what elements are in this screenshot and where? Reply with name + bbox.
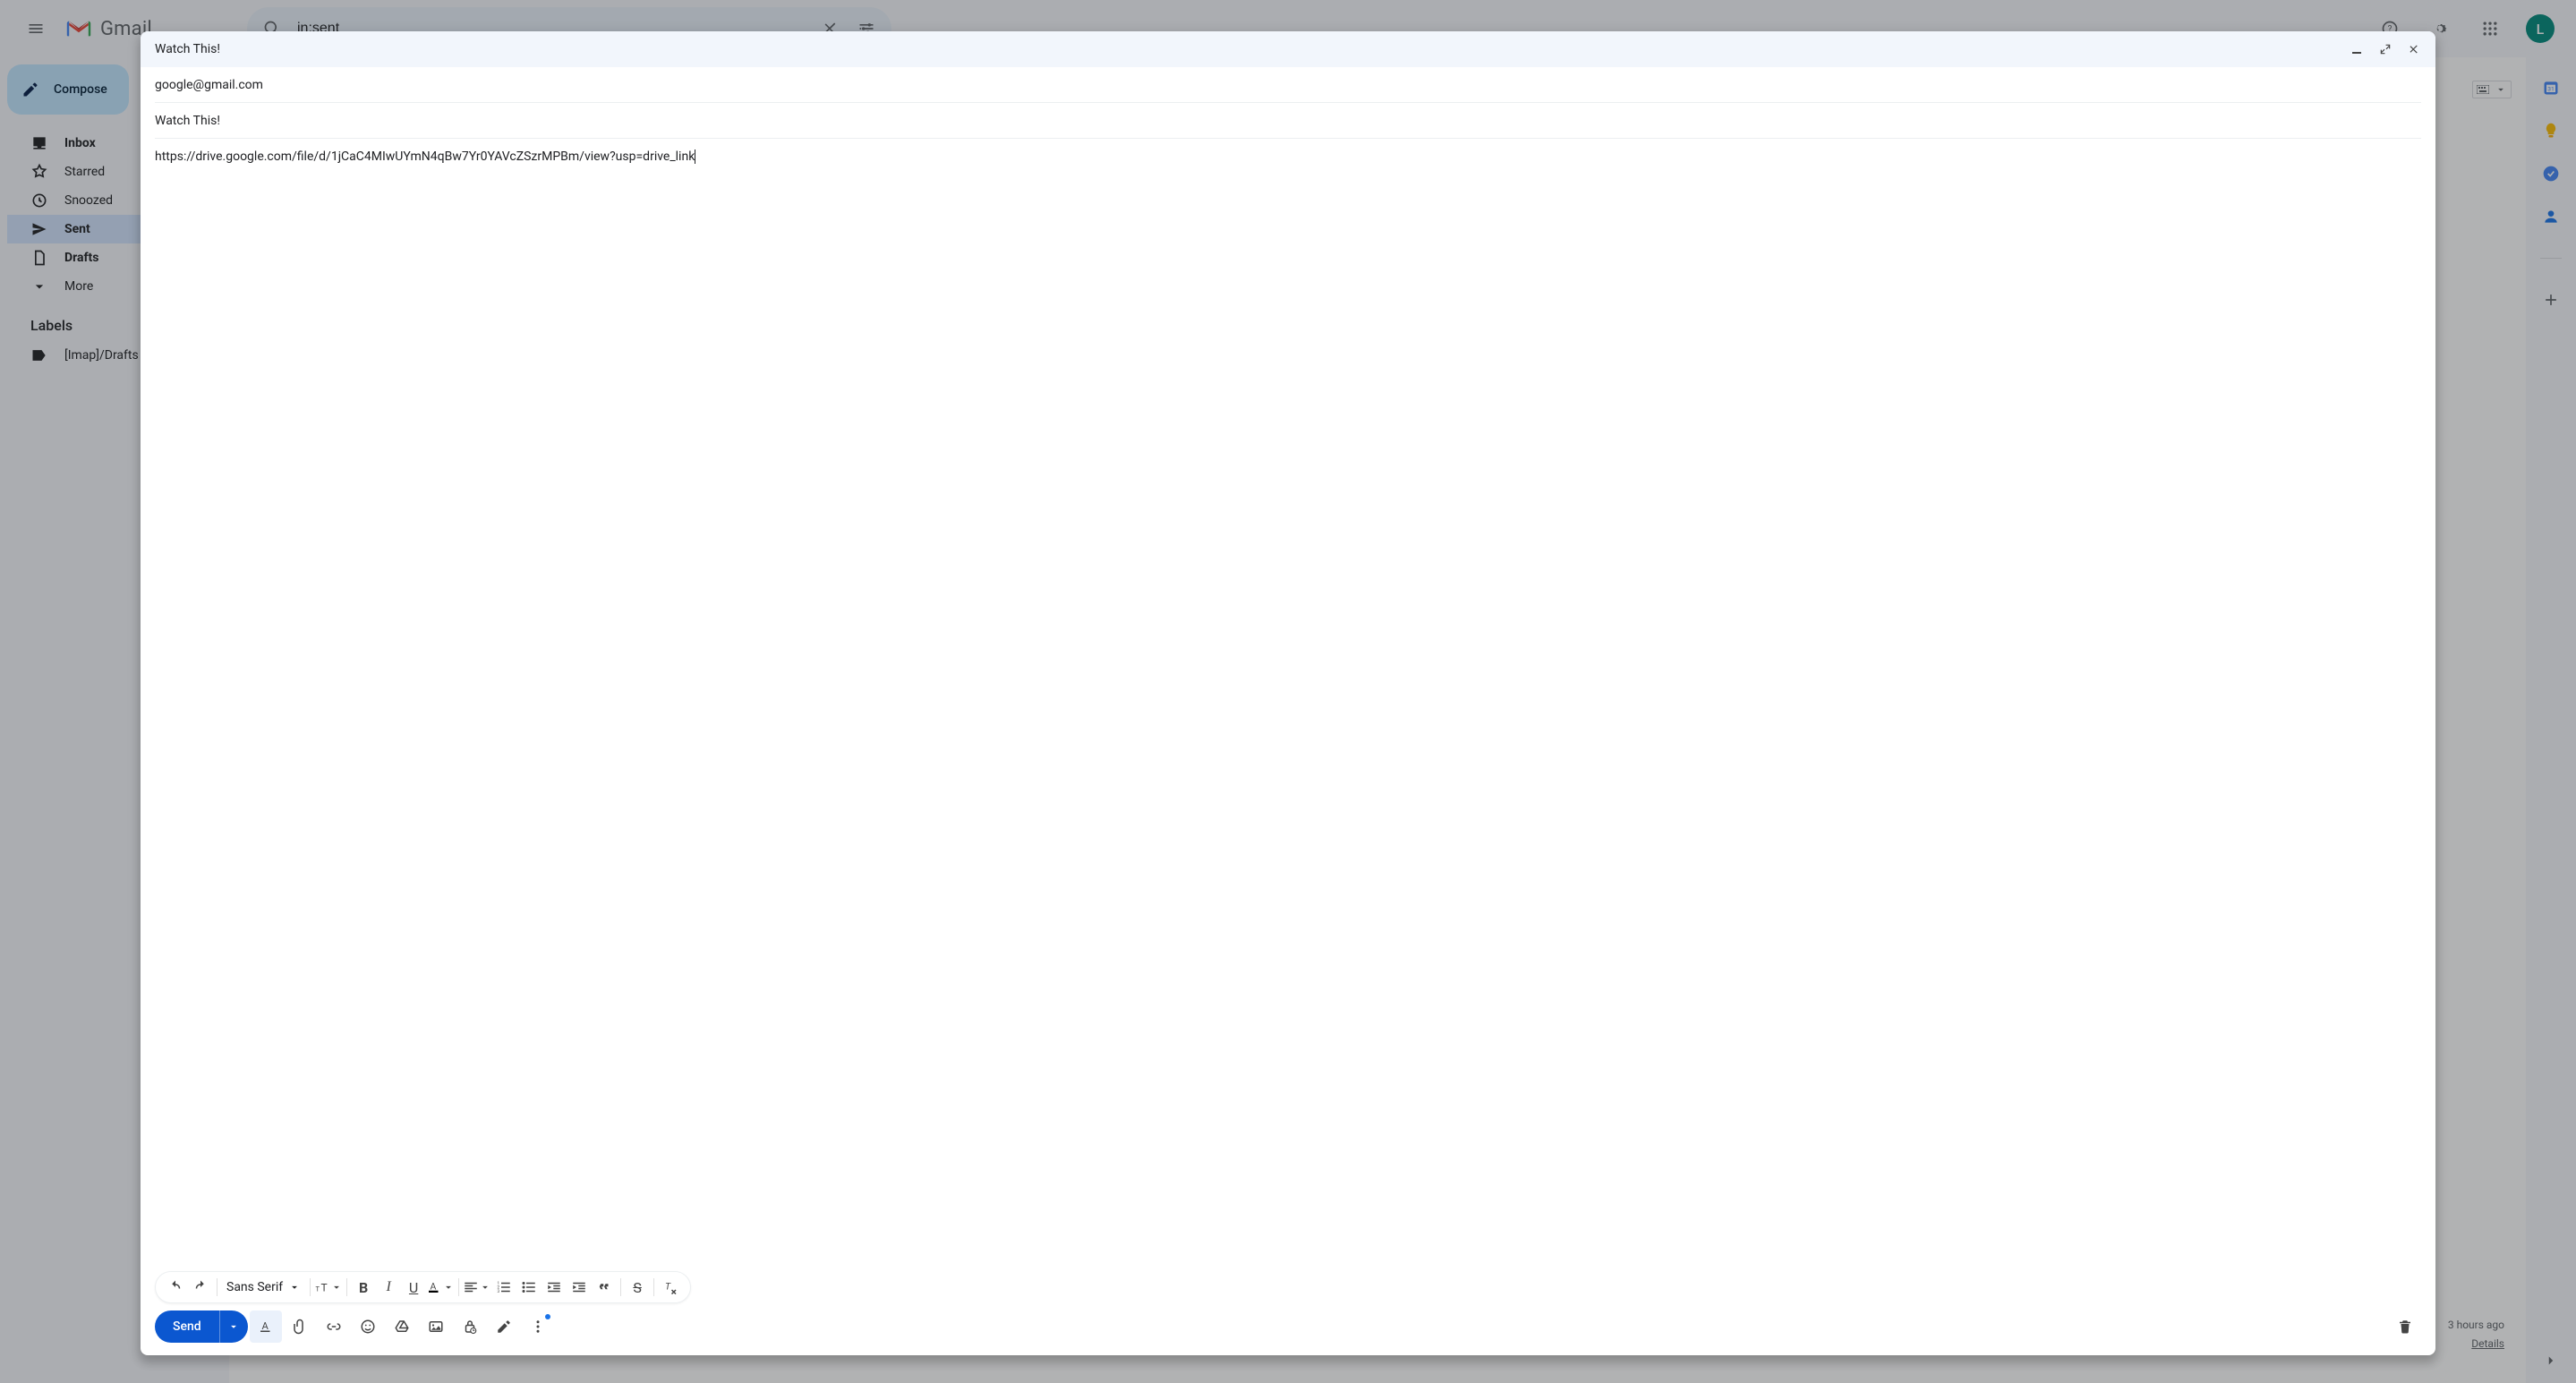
redo-icon (192, 1279, 209, 1295)
subject-field[interactable]: Watch This! (155, 103, 2421, 139)
text-format-icon: A (258, 1319, 274, 1335)
bold-button[interactable]: B (351, 1275, 376, 1300)
more-vert-icon (530, 1319, 546, 1335)
font-size-button[interactable]: TT (314, 1275, 343, 1300)
bulleted-list-button[interactable] (516, 1275, 542, 1300)
discard-draft-button[interactable] (2389, 1310, 2421, 1343)
minimize-button[interactable] (2342, 35, 2371, 64)
attach-file-button[interactable] (284, 1310, 316, 1343)
close-compose-button[interactable] (2400, 35, 2428, 64)
compose-body[interactable]: https://drive.google.com/file/d/1jCaC4MI… (155, 149, 2421, 1271)
strike-icon: S (633, 1279, 642, 1296)
remove-formatting-button[interactable]: T (658, 1275, 683, 1300)
italic-button[interactable]: I (376, 1275, 401, 1300)
underline-button[interactable]: U (401, 1275, 426, 1300)
insert-drive-button[interactable] (386, 1310, 418, 1343)
font-name: Sans Serif (226, 1280, 283, 1294)
drive-icon (394, 1319, 410, 1335)
notification-dot-icon (545, 1314, 550, 1319)
compose-titlebar[interactable]: Watch This! (141, 31, 2435, 67)
quote-icon (596, 1279, 612, 1295)
caret-down-icon (330, 1281, 343, 1293)
trash-icon (2397, 1319, 2413, 1335)
italic-icon: I (386, 1279, 390, 1295)
recipients-field[interactable]: google@gmail.com (155, 67, 2421, 103)
gmail-app: Gmail ? L (0, 0, 2576, 1383)
more-options-button[interactable] (522, 1310, 554, 1343)
lock-clock-icon (462, 1319, 478, 1335)
indent-decrease-icon (546, 1279, 562, 1295)
confidential-mode-button[interactable] (454, 1310, 486, 1343)
caret-down-icon (288, 1281, 301, 1293)
align-left-icon (463, 1279, 479, 1295)
redo-button[interactable] (188, 1275, 213, 1300)
text-color-button[interactable]: A (426, 1275, 455, 1300)
insert-link-button[interactable] (318, 1310, 350, 1343)
caret-down-icon (442, 1281, 455, 1293)
align-button[interactable] (463, 1275, 491, 1300)
caret-down-icon (479, 1281, 491, 1293)
paperclip-icon (292, 1319, 308, 1335)
bold-icon: B (359, 1279, 368, 1296)
send-button[interactable]: Send (155, 1310, 219, 1343)
list-ordered-icon: 123 (496, 1279, 512, 1295)
subject-text: Watch This! (155, 114, 220, 128)
svg-text:A: A (431, 1280, 437, 1292)
send-options-button[interactable] (219, 1310, 248, 1343)
indent-more-button[interactable] (567, 1275, 592, 1300)
formatting-toggle[interactable]: A (250, 1310, 282, 1343)
undo-icon (167, 1279, 183, 1295)
image-icon (428, 1319, 444, 1335)
minimize-icon (2351, 44, 2362, 55)
svg-text:T: T (316, 1285, 320, 1293)
pen-icon (496, 1319, 512, 1335)
link-icon (326, 1319, 342, 1335)
svg-text:3: 3 (498, 1289, 500, 1294)
strikethrough-button[interactable]: S (625, 1275, 650, 1300)
underline-icon: U (409, 1279, 418, 1296)
font-family-picker[interactable]: Sans Serif (221, 1275, 306, 1300)
compose-dialog: Watch This! google@gmail.com Watch This!… (141, 31, 2435, 1355)
svg-text:T: T (665, 1280, 671, 1292)
insert-signature-button[interactable] (488, 1310, 520, 1343)
text-size-icon: TT (314, 1279, 330, 1295)
insert-emoji-button[interactable] (352, 1310, 384, 1343)
send-label: Send (173, 1319, 201, 1334)
indent-increase-icon (571, 1279, 587, 1295)
caret-down-icon (227, 1320, 240, 1333)
fullscreen-exit-button[interactable] (2371, 35, 2400, 64)
close-icon (2408, 43, 2420, 55)
insert-photo-button[interactable] (420, 1310, 452, 1343)
emoji-icon (360, 1319, 376, 1335)
compose-action-row: Send A (155, 1310, 2421, 1343)
quote-button[interactable] (592, 1275, 617, 1300)
clear-format-icon: T (662, 1279, 678, 1295)
list-bullet-icon (521, 1279, 537, 1295)
numbered-list-button[interactable]: 123 (491, 1275, 516, 1300)
send-split-button: Send (155, 1310, 248, 1343)
svg-text:T: T (321, 1282, 328, 1294)
compose-title: Watch This! (155, 42, 220, 56)
text-color-icon: A (426, 1279, 442, 1295)
formatting-toolbar: Sans Serif TT B I U A 123 S T (155, 1271, 691, 1303)
collapse-icon (2379, 43, 2392, 55)
indent-less-button[interactable] (542, 1275, 567, 1300)
recipient-chip[interactable]: google@gmail.com (155, 78, 263, 92)
svg-text:A: A (261, 1320, 269, 1332)
undo-button[interactable] (163, 1275, 188, 1300)
